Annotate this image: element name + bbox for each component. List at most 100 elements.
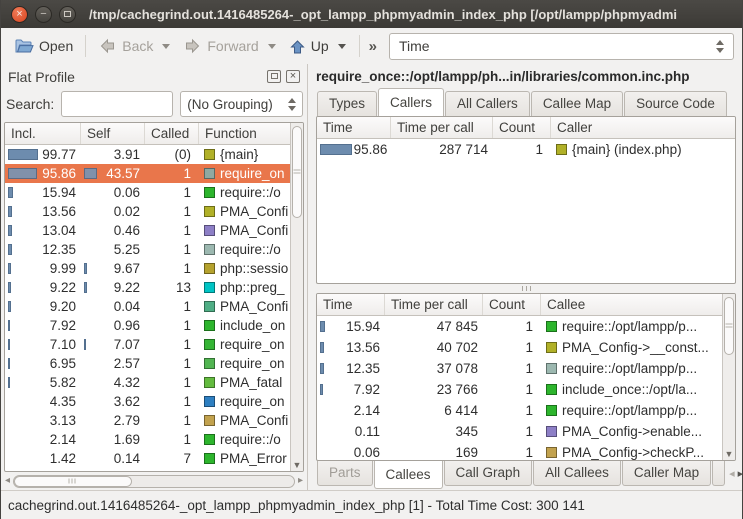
tab-machine-code[interactable]: M <box>712 461 725 486</box>
table-row[interactable]: 7.9223 7661include_once::/opt/la... <box>317 379 722 400</box>
scroll-down-icon[interactable]: ▼ <box>723 449 735 459</box>
table-row[interactable]: 12.355.251require::/o <box>5 240 290 259</box>
event-type-spinner[interactable] <box>710 40 724 53</box>
tab-types[interactable]: Types <box>317 91 377 116</box>
search-input[interactable] <box>61 91 173 117</box>
open-button[interactable]: Open <box>9 34 78 58</box>
table-row[interactable]: 13.040.461PMA_Confi <box>5 221 290 240</box>
tab-source-code[interactable]: Source Code <box>624 91 727 116</box>
cost-bar <box>320 144 352 155</box>
tab-callees[interactable]: Callees <box>374 461 443 489</box>
scrollbar-thumb[interactable] <box>724 297 734 355</box>
table-row[interactable]: 13.5640 7021PMA_Config->__const... <box>317 337 722 358</box>
column-header-count[interactable]: Count <box>493 117 551 138</box>
table-row[interactable]: 95.86287 7141{main} (index.php) <box>317 139 735 160</box>
column-header-callee[interactable]: Callee <box>541 294 722 315</box>
scrollbar-track[interactable] <box>13 475 295 488</box>
table-row[interactable]: 4.353.621require_on <box>5 392 290 411</box>
event-type-combobox[interactable]: Time <box>389 33 734 60</box>
titlebar[interactable]: × − /tmp/cachegrind.out.1416485264-_opt_… <box>1 0 742 28</box>
tab-callers[interactable]: Callers <box>378 88 444 116</box>
tab-call-graph[interactable]: Call Graph <box>444 461 533 486</box>
table-row[interactable]: 7.107.071require_on <box>5 335 290 354</box>
table-row[interactable]: 13.560.021PMA_Confi <box>5 202 290 221</box>
table-row[interactable]: 2.146 4141require::/opt/lampp/p... <box>317 400 722 421</box>
table-row[interactable]: 6.952.571require_on <box>5 354 290 373</box>
tab-scroll-left-icon[interactable]: ◂ <box>729 467 735 480</box>
table-row[interactable]: 99.773.91(0){main} <box>5 145 290 164</box>
table-row[interactable]: 15.940.061require::/o <box>5 183 290 202</box>
count-cell: 1 <box>483 319 541 334</box>
cost-bar <box>8 263 11 274</box>
tab-callee-map[interactable]: Callee Map <box>531 91 623 116</box>
cost-value: 0.46 <box>114 223 140 238</box>
table-row[interactable]: 3.132.791PMA_Confi <box>5 411 290 430</box>
scroll-down-icon[interactable]: ▼ <box>291 460 303 470</box>
table-row[interactable]: 9.200.041PMA_Confi <box>5 297 290 316</box>
table-row[interactable]: 0.113451PMA_Config->enable... <box>317 421 722 442</box>
function-type-icon <box>204 225 215 236</box>
column-header-time-per-call[interactable]: Time per call <box>391 117 493 138</box>
callees-vscrollbar[interactable]: ▼ <box>722 294 735 460</box>
dock-close-icon[interactable] <box>286 70 300 83</box>
cost-value: 1.40 <box>50 470 76 471</box>
table-row[interactable]: 9.229.2213php::preg_ <box>5 278 290 297</box>
cost-cell: 0.02 <box>81 204 145 219</box>
up-dropdown-icon[interactable] <box>338 44 346 49</box>
scrollbar-thumb[interactable] <box>292 126 302 218</box>
cost-value: 12.35 <box>42 242 76 257</box>
column-header-function[interactable]: Function <box>199 123 290 144</box>
scroll-right-icon[interactable]: ▸ <box>298 476 303 486</box>
flat-profile-hscrollbar[interactable]: ◂ ▸ <box>5 474 303 488</box>
maximize-window-icon[interactable] <box>59 6 76 23</box>
grouping-combobox[interactable]: (No Grouping) <box>180 91 303 117</box>
tab-caller-map[interactable]: Caller Map <box>622 461 711 486</box>
main-area: Flat Profile Search: (No Grouping) Incl. <box>1 64 742 490</box>
forward-dropdown-icon[interactable] <box>268 44 276 49</box>
forward-button[interactable]: Forward <box>178 35 263 57</box>
table-row[interactable]: 1.420.147PMA_Error <box>5 449 290 468</box>
column-header-called[interactable]: Called <box>145 123 199 144</box>
table-row[interactable]: 9.999.671php::sessio <box>5 259 290 278</box>
cost-bar <box>8 187 13 198</box>
column-header-self[interactable]: Self <box>81 123 145 144</box>
cost-cell: 43.57 <box>81 166 145 181</box>
tab-all-callers[interactable]: All Callers <box>445 91 530 116</box>
dock-header: Flat Profile <box>3 66 305 87</box>
time-per-call-cell: 23 766 <box>385 382 483 397</box>
cost-cell: 6.95 <box>5 356 81 371</box>
flat-profile-vscrollbar[interactable]: ▼ <box>290 123 303 471</box>
tab-parts[interactable]: Parts <box>317 461 373 486</box>
scrollbar-thumb[interactable] <box>14 476 132 487</box>
table-row[interactable]: 5.824.321PMA_fatal <box>5 373 290 392</box>
column-header-count[interactable]: Count <box>483 294 541 315</box>
toolbar-overflow-icon[interactable]: » <box>369 38 377 55</box>
back-dropdown-icon[interactable] <box>162 44 170 49</box>
scroll-left-icon[interactable]: ◂ <box>5 476 10 486</box>
column-header-time[interactable]: Time <box>317 294 385 315</box>
table-row[interactable]: 95.8643.571require_on <box>5 164 290 183</box>
tab-all-callees[interactable]: All Callees <box>533 461 621 486</box>
called-cell: (0) <box>145 147 199 162</box>
cost-bar <box>8 244 12 255</box>
table-row[interactable]: 0.061691PMA_Config->checkP... <box>317 442 722 460</box>
table-row[interactable]: 2.141.691require::/o <box>5 430 290 449</box>
column-header-incl[interactable]: Incl. <box>5 123 81 144</box>
called-cell: 1 <box>145 242 199 257</box>
grouping-spinner[interactable] <box>282 98 296 111</box>
time-per-call-cell: 40 702 <box>385 340 483 355</box>
close-window-icon[interactable]: × <box>11 6 28 23</box>
column-header-time-per-call[interactable]: Time per call <box>385 294 483 315</box>
table-row[interactable]: 7.920.961include_on <box>5 316 290 335</box>
tab-scroll-right-icon[interactable]: ▸ <box>738 467 742 480</box>
back-button[interactable]: Back <box>93 35 158 57</box>
column-header-caller[interactable]: Caller <box>551 117 735 138</box>
minimize-window-icon[interactable]: − <box>35 6 52 23</box>
table-row[interactable]: 12.3537 0781require::/opt/lampp/p... <box>317 358 722 379</box>
table-row[interactable]: 15.9447 8451require::/opt/lampp/p... <box>317 316 722 337</box>
panel-splitter[interactable] <box>316 284 736 293</box>
table-row[interactable]: 1.400.022PMA_Re <box>5 468 290 471</box>
column-header-time[interactable]: Time <box>317 117 391 138</box>
up-button[interactable]: Up <box>284 35 334 58</box>
dock-float-icon[interactable] <box>267 70 281 83</box>
